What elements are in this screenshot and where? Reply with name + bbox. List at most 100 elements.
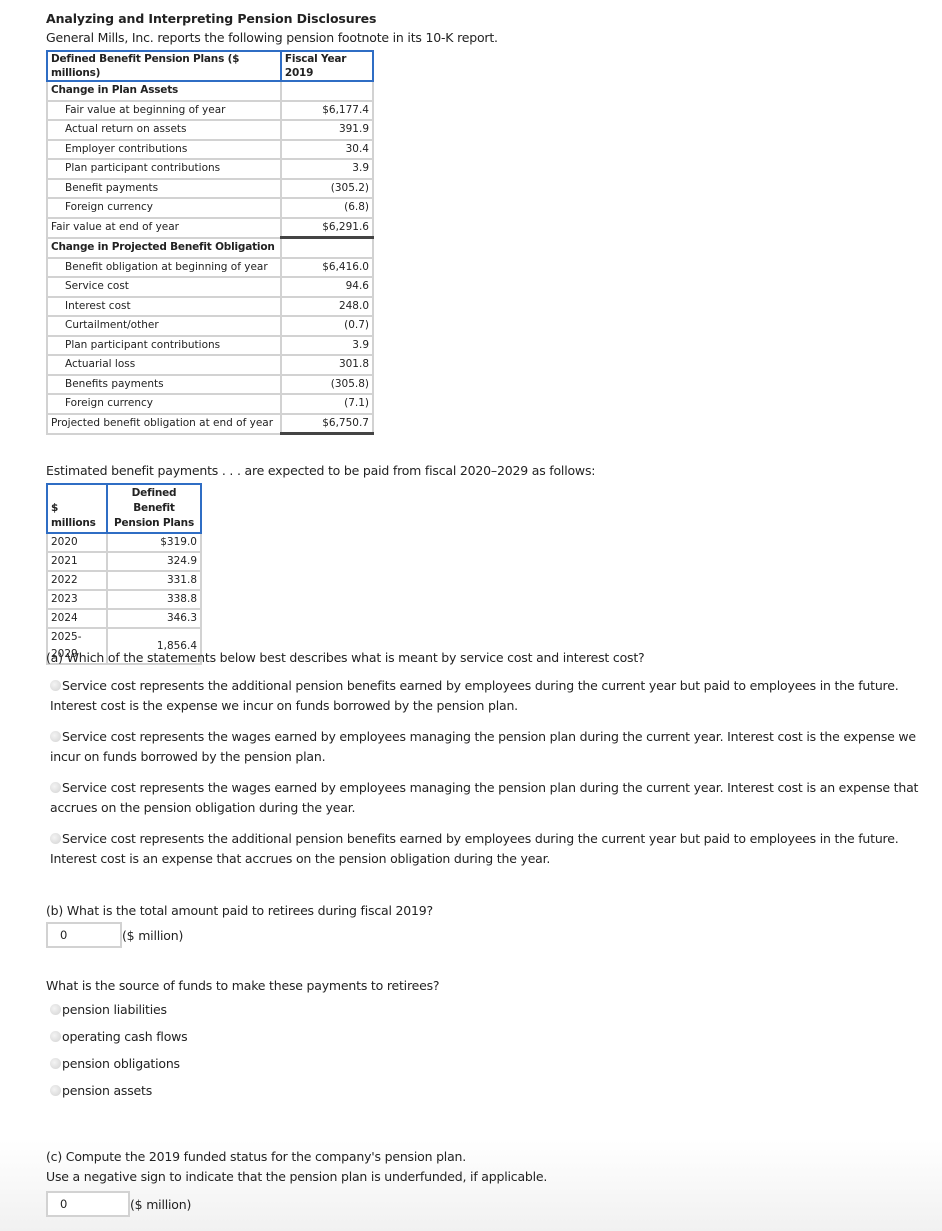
row-label: Benefits payments <box>46 373 282 395</box>
row-value: 3.9 <box>279 334 375 356</box>
question-a-option-4[interactable]: Service cost represents the additional p… <box>46 829 920 869</box>
table-row: 2023 338.8 <box>46 589 202 610</box>
table-header-row: Defined Benefit Pension Plans ($ million… <box>46 50 375 82</box>
value-cell: $319.0 <box>106 532 202 553</box>
row-label: Actual return on assets <box>46 119 282 141</box>
question-a-prompt: (a) Which of the statements below best d… <box>46 650 645 665</box>
header-line: Pension Plans <box>114 517 194 529</box>
row-value: (305.2) <box>279 177 375 199</box>
row-label: Employer contributions <box>46 138 282 160</box>
row-value: $6,177.4 <box>279 99 375 121</box>
row-label: Fair value at beginning of year <box>46 99 282 121</box>
question-a-option-2[interactable]: Service cost represents the wages earned… <box>46 727 920 767</box>
row-label: Foreign currency <box>46 393 282 415</box>
question-c: (c) Compute the 2019 funded status for t… <box>46 1147 547 1217</box>
estimated-payments-intro: Estimated benefit payments . . . are exp… <box>46 463 596 478</box>
table-row: Benefits payments (305.8) <box>46 373 375 395</box>
table-row: Employer contributions 30.4 <box>46 138 375 160</box>
table-row: 2020 $319.0 <box>46 532 202 553</box>
table-header-row: $ millions Defined Benefit Pension Plans <box>46 483 202 534</box>
radio-button[interactable] <box>50 1085 61 1096</box>
question-a-option-3[interactable]: Service cost represents the wages earned… <box>46 778 920 818</box>
source-option-1[interactable]: pension liabilities <box>46 1000 439 1020</box>
radio-button[interactable] <box>50 1058 61 1069</box>
radio-button[interactable] <box>50 1031 61 1042</box>
radio-button[interactable] <box>50 731 61 742</box>
radio-button[interactable] <box>50 782 61 793</box>
row-label: Service cost <box>46 276 282 298</box>
table-row: Foreign currency (6.8) <box>46 197 375 219</box>
option-label: Service cost represents the additional p… <box>50 678 899 713</box>
row-label: Benefit obligation at beginning of year <box>46 256 282 278</box>
total-value: $6,291.6 <box>279 217 375 239</box>
page-title: Analyzing and Interpreting Pension Discl… <box>46 11 377 26</box>
table-row: Fair value at beginning of year $6,177.4 <box>46 99 375 121</box>
question-source-prompt: What is the source of funds to make thes… <box>46 978 440 993</box>
radio-button[interactable] <box>50 680 61 691</box>
year-cell: 2023 <box>46 589 108 610</box>
retiree-payments-input[interactable] <box>46 922 122 948</box>
section-title: Change in Plan Assets <box>46 80 282 102</box>
total-row: Projected benefit obligation at end of y… <box>46 412 375 435</box>
table-row: Benefit obligation at beginning of year $… <box>46 256 375 278</box>
option-label: Service cost represents the wages earned… <box>50 780 919 815</box>
question-source-of-funds: What is the source of funds to make thes… <box>46 978 440 1101</box>
value-cell: 346.3 <box>106 608 202 629</box>
table-row: Plan participant contributions 3.9 <box>46 158 375 180</box>
table-row: Benefit payments (305.2) <box>46 177 375 199</box>
source-option-2[interactable]: operating cash flows <box>46 1027 439 1047</box>
table-row: Foreign currency (7.1) <box>46 393 375 415</box>
radio-button[interactable] <box>50 833 61 844</box>
radio-button[interactable] <box>50 1004 61 1015</box>
row-value: (305.8) <box>279 373 375 395</box>
option-label: pension obligations <box>62 1056 180 1071</box>
value-cell: 331.8 <box>106 570 202 591</box>
table-row: Actual return on assets 391.9 <box>46 119 375 141</box>
unit-label: ($ million) <box>130 1196 192 1212</box>
option-label: pension assets <box>62 1083 153 1098</box>
row-value: 30.4 <box>279 138 375 160</box>
header-line: Defined Benefit <box>131 487 177 514</box>
answer-row: ($ million) <box>46 922 433 948</box>
source-option-4[interactable]: pension assets <box>46 1081 439 1101</box>
value-cell: 324.9 <box>106 551 202 572</box>
table-row: Service cost 94.6 <box>46 276 375 298</box>
section-header-row: Change in Plan Assets <box>46 80 375 102</box>
row-value: (6.8) <box>279 197 375 219</box>
question-a-option-1[interactable]: Service cost represents the additional p… <box>46 676 920 716</box>
row-value: 3.9 <box>279 158 375 180</box>
row-label: Plan participant contributions <box>46 334 282 356</box>
table-row: 2021 324.9 <box>46 551 202 572</box>
pension-footnote-table: Defined Benefit Pension Plans ($ million… <box>46 50 375 435</box>
option-label: Service cost represents the wages earned… <box>50 729 916 764</box>
table-row: 2024 346.3 <box>46 608 202 629</box>
row-value: 391.9 <box>279 119 375 141</box>
column-header-plans: Defined Benefit Pension Plans <box>106 483 202 534</box>
unit-label: ($ million) <box>122 927 184 943</box>
row-value: 301.8 <box>279 354 375 376</box>
row-value: $6,416.0 <box>279 256 375 278</box>
option-label: pension liabilities <box>62 1002 167 1017</box>
row-label: Curtailment/other <box>46 315 282 337</box>
intro-text: General Mills, Inc. reports the followin… <box>46 30 498 45</box>
total-label: Projected benefit obligation at end of y… <box>46 412 282 435</box>
table-row: Curtailment/other (0.7) <box>46 315 375 337</box>
question-b-prompt: (b) What is the total amount paid to ret… <box>46 903 433 918</box>
source-option-3[interactable]: pension obligations <box>46 1054 439 1074</box>
row-value: (7.1) <box>279 393 375 415</box>
funded-status-input[interactable] <box>46 1191 130 1217</box>
table-row: 2022 331.8 <box>46 570 202 591</box>
row-label: Plan participant contributions <box>46 158 282 180</box>
table-row: Plan participant contributions 3.9 <box>46 334 375 356</box>
row-label: Actuarial loss <box>46 354 282 376</box>
table-row: Actuarial loss 301.8 <box>46 354 375 376</box>
column-header-label: Defined Benefit Pension Plans ($ million… <box>46 50 282 82</box>
row-label: Interest cost <box>46 295 282 317</box>
total-value: $6,750.7 <box>279 413 375 435</box>
option-label: Service cost represents the additional p… <box>50 831 899 866</box>
row-value: 248.0 <box>279 295 375 317</box>
total-row: Fair value at end of year $6,291.6 <box>46 216 375 239</box>
estimated-payments-table: $ millions Defined Benefit Pension Plans … <box>46 483 202 665</box>
total-label: Fair value at end of year <box>46 216 282 239</box>
row-value: 94.6 <box>279 276 375 298</box>
